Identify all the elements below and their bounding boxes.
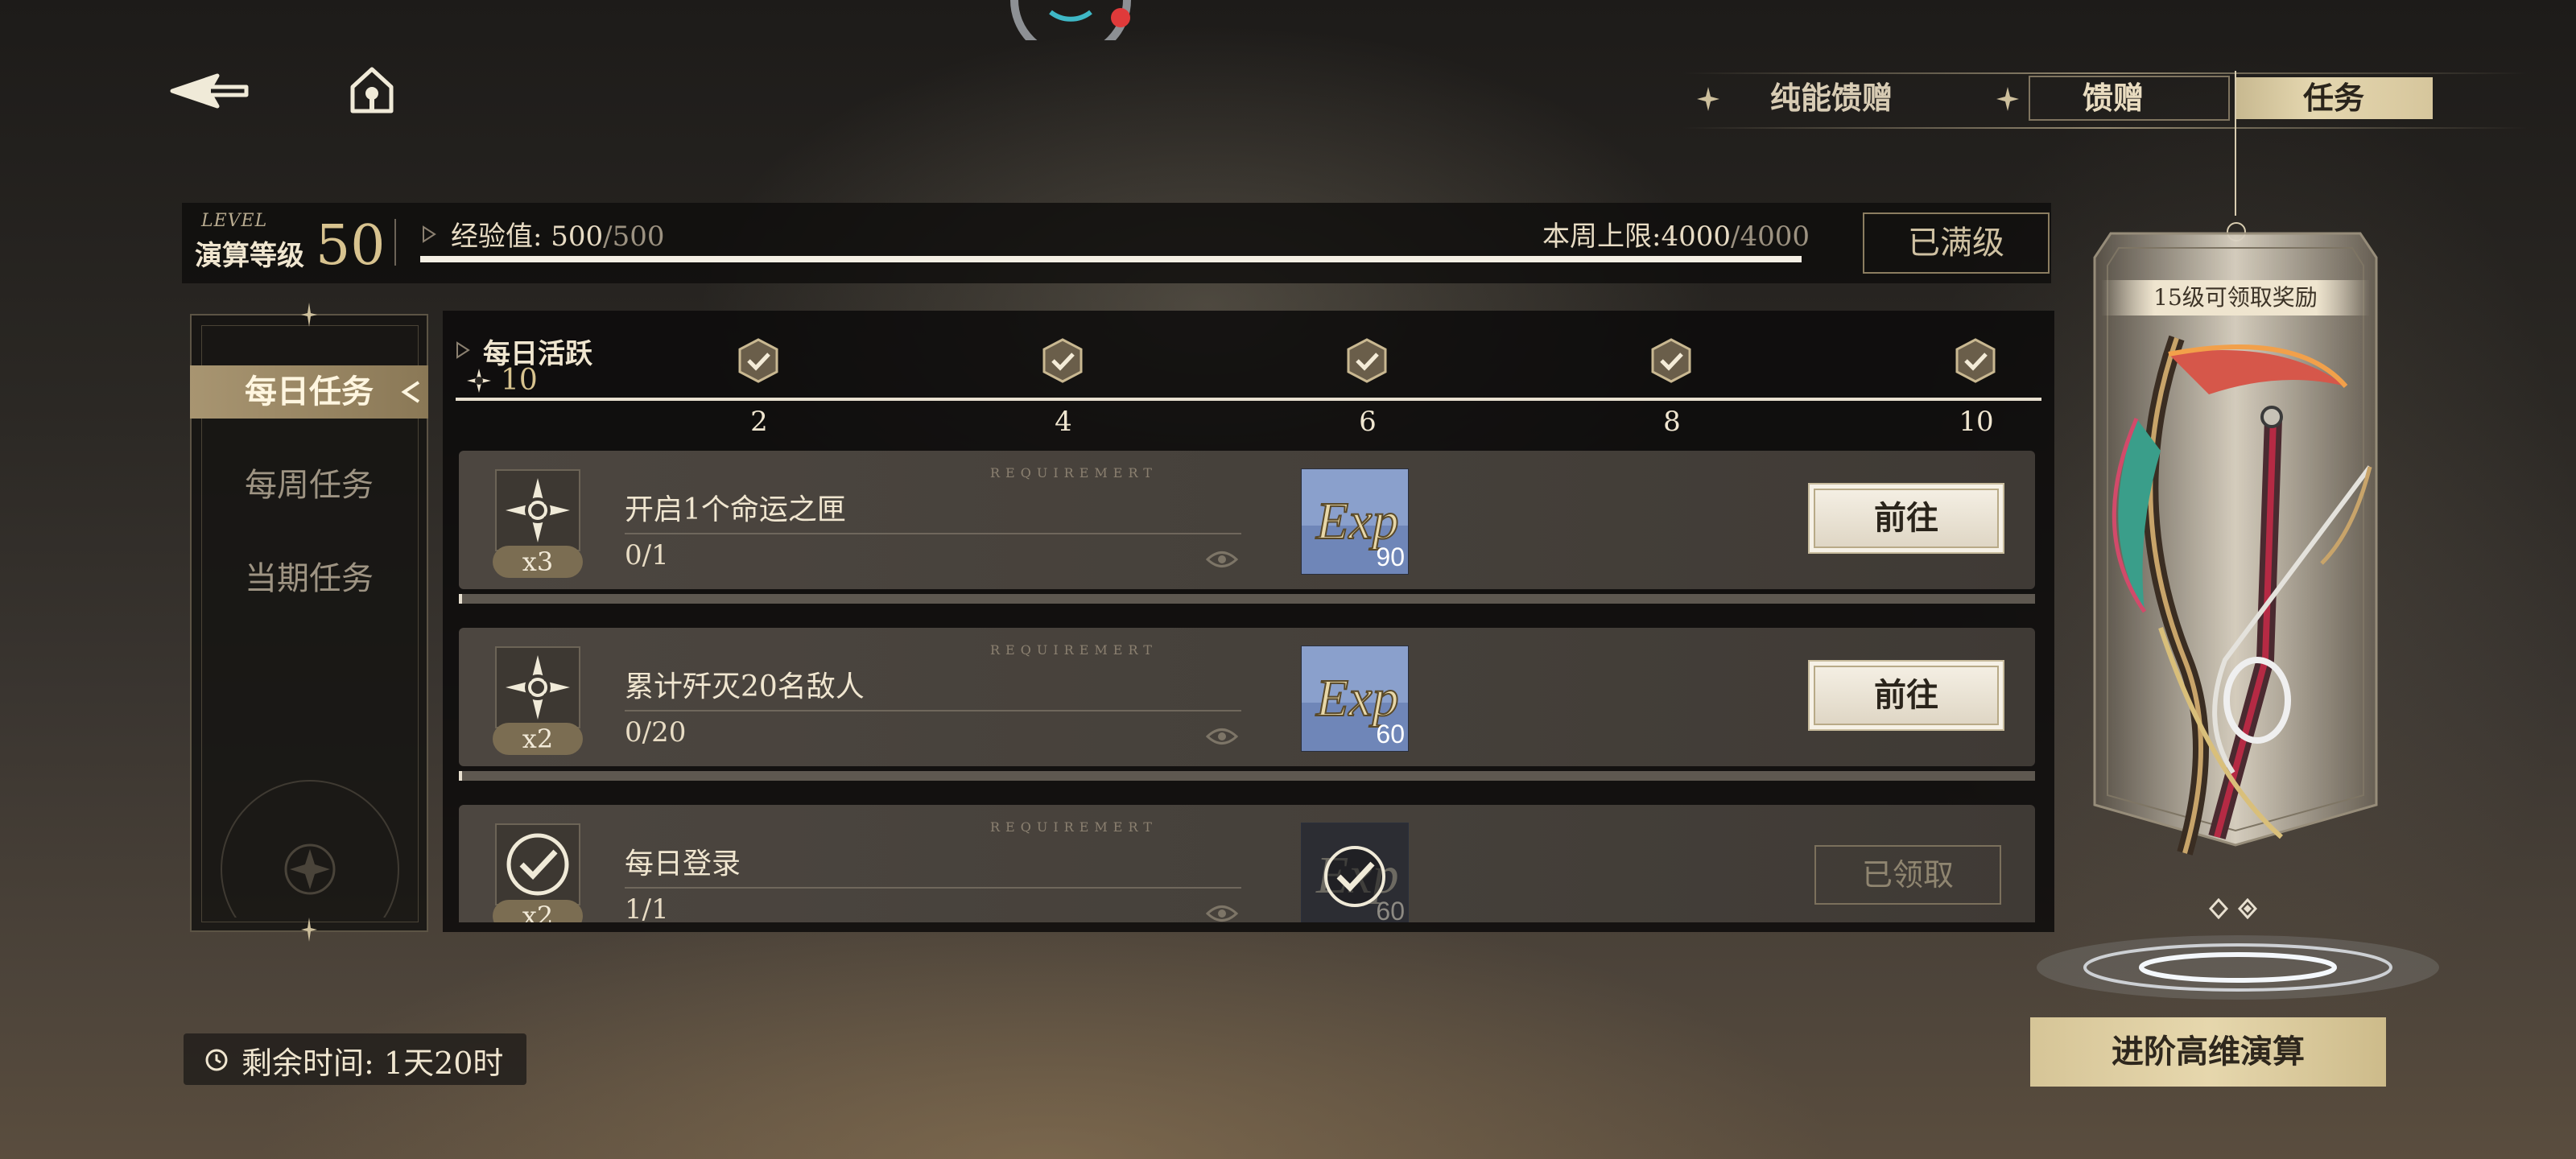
task-progress: 0/1: [625, 539, 669, 571]
task-progress-bar: [459, 771, 2035, 781]
pagination-dots[interactable]: [2209, 898, 2257, 919]
daily-active-value: 10: [501, 364, 538, 397]
milestone-chest-icon[interactable]: [1649, 338, 1693, 383]
task-row: x2 REQUIREMERT 每日登录 1/1 Exp60 已领取: [459, 805, 2035, 922]
tab-task[interactable]: 任务: [2235, 77, 2433, 119]
task-progress-rail: [625, 887, 1241, 889]
milestone-chest-icon[interactable]: [1345, 338, 1389, 383]
task-requirement-label: REQUIREMERT: [990, 819, 1158, 835]
level-divider: [394, 219, 396, 266]
task-progress-bar: [459, 594, 2035, 604]
level-logo: LEVEL: [201, 211, 268, 231]
remaining-time: 剩余时间: 1天20时: [242, 1038, 503, 1083]
task-progress: 1/1: [625, 893, 669, 922]
task-progress: 0/20: [625, 716, 687, 749]
remaining-time-label: 剩余时间:: [242, 1046, 384, 1081]
triangle-marker-icon: [456, 341, 470, 359]
task-count-badge: x3: [493, 546, 583, 578]
task-count-badge: x2: [493, 723, 583, 755]
eye-icon[interactable]: [1206, 903, 1238, 922]
level-value: 50: [316, 214, 386, 278]
compass-star-icon: [494, 645, 581, 729]
sparkle-icon: [301, 303, 317, 327]
reward-value: 90: [1376, 542, 1405, 571]
sparkle-icon: [301, 918, 317, 942]
task-name: 累计歼灭20名敌人: [625, 670, 865, 703]
eye-icon[interactable]: [1206, 549, 1238, 570]
back-arrow-icon: [170, 73, 249, 109]
top-gauge-icon: [1006, 0, 1135, 40]
task-progress-rail: [625, 710, 1241, 711]
tab-pure-gift[interactable]: 纯能馈赠: [1731, 77, 1932, 119]
task-requirement-label: REQUIREMERT: [990, 465, 1158, 481]
milestone-value: 8: [1663, 406, 1681, 438]
chevron-left-icon: [401, 381, 420, 403]
milestone-value: 4: [1055, 406, 1072, 438]
home-button[interactable]: [348, 66, 396, 116]
sparkle-icon: [1697, 87, 1719, 111]
milestone-chest-icon[interactable]: [737, 338, 780, 383]
milestone-chest-icon[interactable]: [1041, 338, 1084, 383]
check-badge-icon: [494, 823, 581, 906]
remaining-time-value: 1天20时: [383, 1046, 504, 1081]
tab-divider: [1682, 72, 2528, 74]
triangle-marker-icon: [423, 225, 436, 243]
task-row: x2 REQUIREMERT 累计歼灭20名敌人 0/20 Exp 60 前往: [459, 628, 2035, 766]
exp-label: 经验值:: [451, 221, 551, 253]
weekly-cap-readout: 本周上限:4000/4000: [1542, 214, 1810, 254]
task-clip: x2 REQUIREMERT 每日登录 1/1 Exp60 已领取: [459, 805, 2035, 922]
task-row: x3 REQUIREMERT 开启1个命运之匣 0/1 Exp 90 前往: [459, 451, 2035, 589]
eye-icon[interactable]: [1206, 726, 1238, 747]
exp-reward-icon: Exp 60: [1301, 645, 1409, 752]
maxed-level-button[interactable]: 已满级: [1863, 212, 2050, 274]
exp-reward-icon: Exp 90: [1301, 468, 1409, 575]
pendant-string: [2235, 71, 2236, 216]
reward-value: 60: [1376, 897, 1405, 922]
weapon-set-image: [2112, 335, 2372, 856]
exp-readout: 经验值: 500/500: [451, 214, 665, 254]
weekly-label: 本周上限:: [1542, 221, 1662, 253]
clock-icon: [205, 1049, 228, 1071]
compass-star-icon: [494, 468, 581, 552]
tab-gift[interactable]: 馈赠: [2013, 77, 2214, 119]
advance-calculation-button[interactable]: 进阶高维演算: [2030, 1017, 2386, 1087]
task-name: 开启1个命运之匣: [625, 493, 846, 526]
top-tabs: 纯能馈赠 馈赠 任务: [1682, 71, 2528, 129]
activity-star-icon: [467, 369, 491, 393]
level-label: 演算等级: [195, 240, 304, 272]
tab-divider: [1682, 127, 2528, 129]
milestone-track: [456, 398, 2041, 401]
sidebar-emblem-icon: [221, 780, 399, 918]
sidebar-item-period[interactable]: 当期任务: [190, 552, 428, 605]
glowing-pedestal: [2037, 935, 2439, 1000]
weekly-current: 4000: [1661, 221, 1731, 253]
claimed-reward-icon: Exp60: [1301, 823, 1409, 922]
task-count-badge: x2: [493, 900, 583, 922]
exp-current: 500: [551, 221, 604, 253]
home-icon: [350, 67, 394, 113]
claimed-button[interactable]: 已领取: [1814, 845, 2001, 905]
reward-preview-title: 15级可领取奖励: [2101, 280, 2370, 316]
task-requirement-label: REQUIREMERT: [990, 642, 1158, 658]
milestone-value: 6: [1359, 406, 1377, 438]
go-button[interactable]: 前往: [1808, 483, 2004, 554]
weekly-max: /4000: [1731, 221, 1810, 253]
task-progress-rail: [625, 533, 1241, 534]
task-name: 每日登录: [625, 848, 741, 881]
sidebar-item-daily[interactable]: 每日任务: [190, 365, 428, 419]
exp-max: /500: [603, 221, 665, 253]
milestone-chest-icon[interactable]: [1954, 338, 1997, 383]
go-button[interactable]: 前往: [1808, 660, 2004, 731]
milestone-value: 2: [750, 406, 768, 438]
sidebar-item-weekly[interactable]: 每周任务: [190, 459, 428, 512]
back-button[interactable]: [169, 71, 250, 111]
reward-value: 60: [1376, 720, 1405, 749]
daily-active-label: 每日活跃: [483, 338, 592, 370]
exp-progress-bar: [420, 256, 1802, 262]
milestone-value: 10: [1959, 406, 1994, 438]
